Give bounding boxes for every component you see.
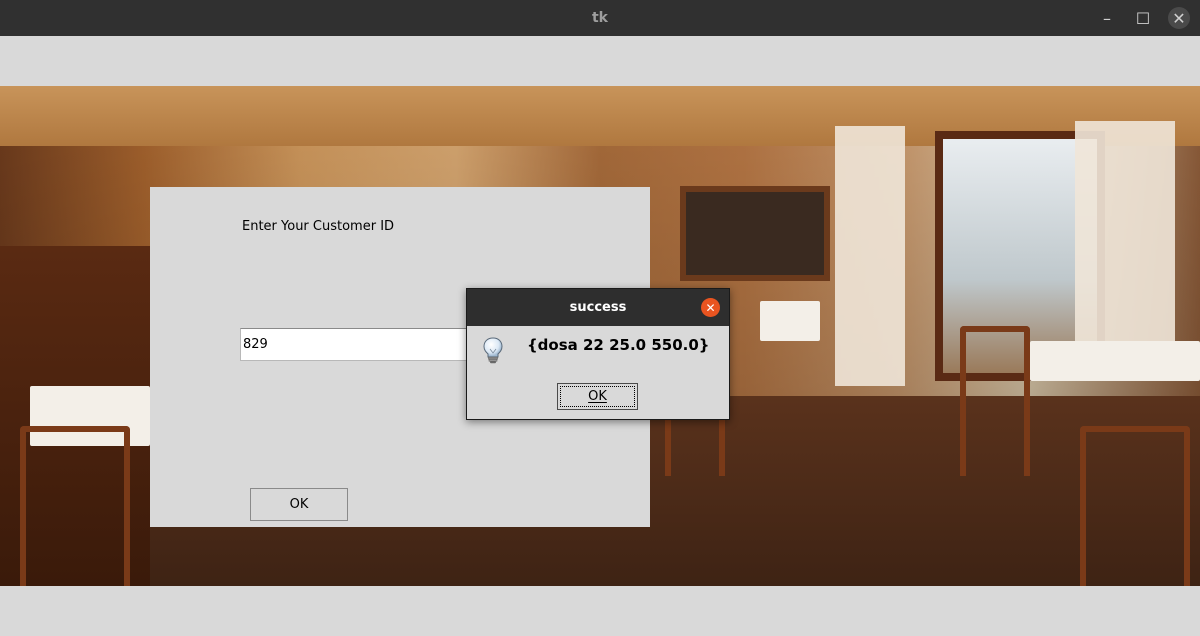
window-titlebar: tk – ☐ ✕ [0,0,1200,36]
dialog-ok-button[interactable]: OK [557,383,638,410]
dialog-message: {dosa 22 25.0 550.0} [527,336,710,354]
ok-button[interactable]: OK [250,488,348,521]
background-curtain-left [835,126,905,386]
background-chair [1080,426,1190,586]
success-dialog: success ✕ {dosa 22 25.0 550.0} OK [466,288,730,420]
background-mirror [680,186,830,281]
customer-id-label: Enter Your Customer ID [242,219,395,234]
dialog-body: {dosa 22 25.0 550.0} OK [467,326,729,421]
dialog-title: success [569,300,627,315]
window-controls: – ☐ ✕ [1096,0,1190,36]
minimize-button[interactable]: – [1096,7,1118,29]
lightbulb-icon [483,337,503,364]
dialog-close-button[interactable]: ✕ [701,298,720,317]
background-chair [960,326,1030,476]
dialog-ok-label: OK [588,389,607,404]
background-table [1030,341,1200,381]
background-chair [20,426,130,586]
close-button[interactable]: ✕ [1168,7,1190,29]
customer-id-input[interactable] [240,328,470,361]
window-title: tk [591,10,608,26]
dialog-titlebar: success ✕ [467,289,729,326]
background-curtain-right [1075,121,1175,371]
background-table [760,301,820,341]
maximize-button[interactable]: ☐ [1132,7,1154,29]
